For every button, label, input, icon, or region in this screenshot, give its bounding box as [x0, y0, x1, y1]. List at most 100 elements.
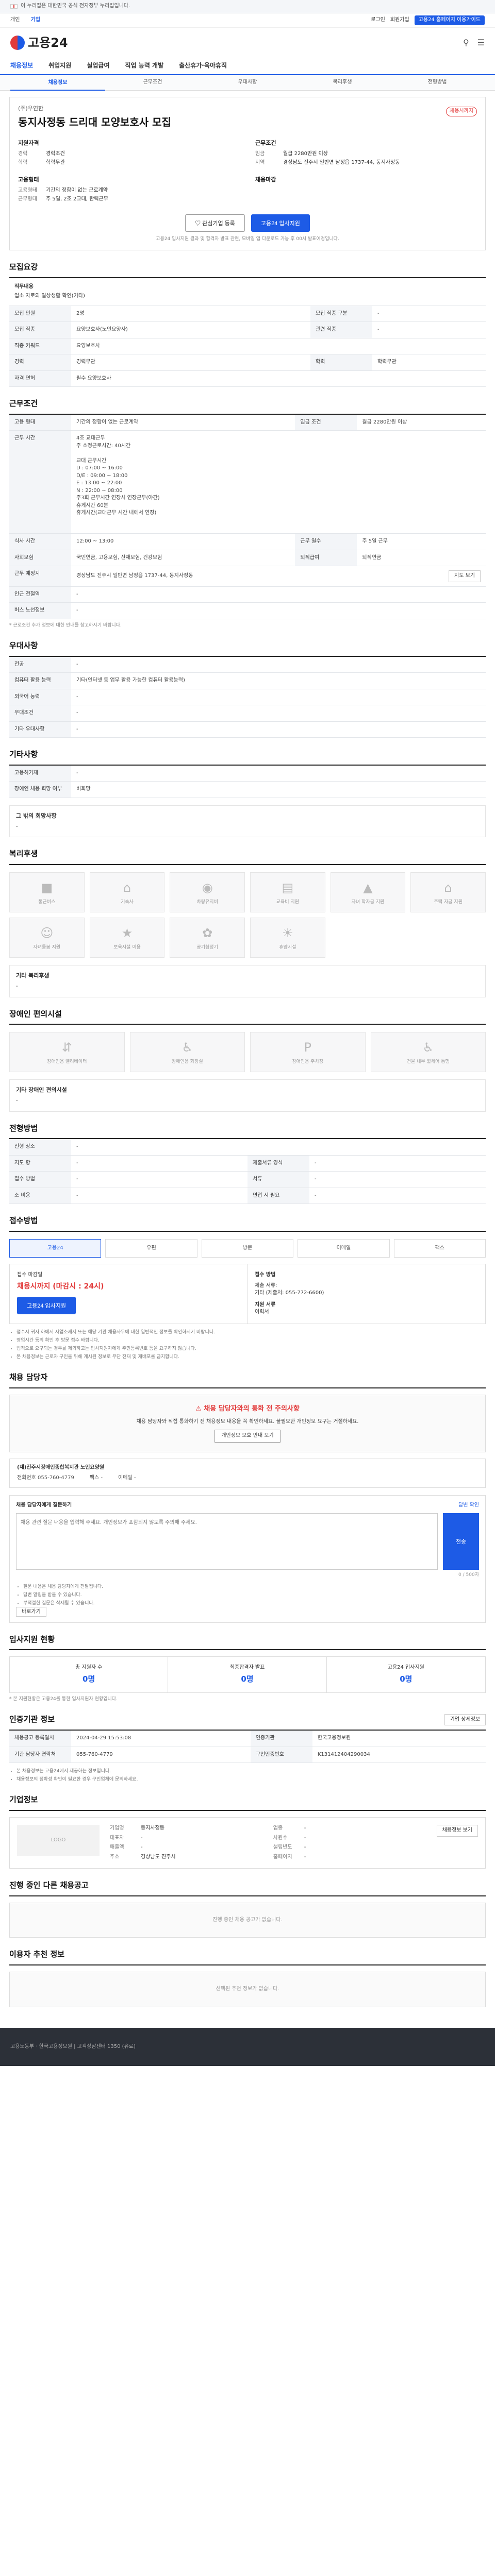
table-row: 직종 키워드 요양보호사: [9, 338, 486, 355]
cell-value: 한국고용정보원: [312, 1731, 486, 1747]
summary-value: 주 5일, 2조 2교대, 탄력근무: [46, 196, 108, 202]
qa-check-link[interactable]: 답변 확인: [458, 1502, 479, 1510]
tab-personal[interactable]: 개인: [10, 17, 20, 23]
cell-value: -: [71, 721, 486, 738]
login-link[interactable]: 로그인: [371, 16, 385, 24]
toilet-icon: ♿: [182, 1040, 193, 1055]
gnb-item-jobs[interactable]: 채용정보: [10, 61, 33, 70]
cell-value: 기타(인터넷 등 업무 활용 가능한 컴퓨터 활용능력): [71, 672, 486, 689]
question-input[interactable]: [16, 1513, 438, 1570]
table-row: 경력 경력무관 학력 학력무관: [9, 354, 486, 371]
apply-button[interactable]: 고용24 입사지원: [251, 214, 310, 232]
warning-title: 채용 담당자와의 통화 전 주의사항: [204, 1404, 300, 1413]
cell-value: -: [71, 1155, 248, 1172]
gnb-item-benefit[interactable]: 실업급여: [87, 61, 109, 70]
info-section: 인증기관 정보 기업 상세정보 채용공고 등록일시 2024-04-29 15:53…: [9, 1714, 486, 1784]
stat-item: 총 지원자 수 0명: [10, 1657, 169, 1692]
method-fax[interactable]: 팩스: [393, 1239, 486, 1258]
status-note: * 본 지원현황은 고용24를 통한 입사지원자 현황입니다.: [9, 1696, 118, 1702]
snb-recruit[interactable]: 채용정보: [10, 75, 105, 91]
section-title: 기업정보: [9, 1794, 486, 1811]
facility-item: ♿ 건물 내부 휠체어 통행: [370, 1032, 486, 1073]
cell-key: 모집 직종: [9, 321, 71, 338]
guide-badge[interactable]: 고용24 홈페이지 이용가이드: [414, 15, 485, 25]
apply-section: 접수방법 고용24 우편 방문 이메일 팩스 접수 마감일 채용시까지 (마감시…: [9, 1215, 486, 1360]
cell-value: -: [309, 1155, 486, 1172]
gnb-item-leave[interactable]: 출산휴가·육아휴직: [179, 61, 227, 70]
info-value: -: [304, 1844, 306, 1851]
list-item: 답변 알림을 받을 수 있습니다.: [23, 1592, 479, 1599]
table-row: 근무 예정지 경상남도 진주시 일반면 남정읍 1737-44, 동지사정동 지도 …: [9, 566, 486, 587]
stat-item: 최종합격자 발표 0명: [168, 1657, 327, 1692]
info-key: 주소: [110, 1854, 120, 1860]
stat-label: 최종합격자 발표: [229, 1665, 265, 1671]
manager-org: (재)진주시장애인종합복지관 노인요양원: [17, 1464, 105, 1470]
snb-work[interactable]: 근무조건: [105, 79, 200, 87]
header: 고용24 ⚲ ☰: [0, 28, 495, 58]
scrap-button[interactable]: ♡ 관심기업 등록: [185, 214, 245, 232]
process-table: 전형 장소 - 지도 항 - 제출서류 양식 - 접수 방법 - 서류 - 소 비용 - 면접 시…: [9, 1139, 486, 1205]
summary-value: 월급 2280만원 이상: [283, 150, 328, 157]
brand-name: 고용24: [28, 35, 68, 50]
work-table: 고용 형태 기간의 정함이 없는 근로계약 임금 조건 월급 2280만원 이상 근무…: [9, 414, 486, 619]
menu-icon[interactable]: ☰: [477, 37, 485, 48]
cell-key: 소 비용: [9, 1188, 71, 1205]
process-section: 전형방법 전형 장소 - 지도 항 - 제출서류 양식 - 접수 방법 - 서류 - 소 비용…: [9, 1123, 486, 1205]
method-online[interactable]: 고용24: [9, 1239, 102, 1258]
table-row: 채용공고 등록일시 2024-04-29 15:53:08 인증기관 한국고용정보원: [9, 1731, 486, 1747]
send-button[interactable]: 전송: [443, 1513, 479, 1570]
apply-button-2[interactable]: 고용24 입사지원: [17, 1297, 76, 1315]
privacy-guide-button[interactable]: 개인정보 보호 안내 보기: [214, 1430, 280, 1443]
company-jobs-button[interactable]: 채용정보 보기: [436, 1825, 478, 1837]
info-value: -: [304, 1835, 306, 1841]
welfare-label: 교육비 지원: [276, 899, 299, 905]
method-line: 제출 서류:: [255, 1282, 277, 1289]
info-key: 사원수: [273, 1835, 288, 1841]
qa-shortcut-button[interactable]: 바로가기: [16, 1607, 46, 1617]
facility-item: ♿ 장애인용 화장실: [129, 1032, 245, 1073]
info-value: 동지사정동: [141, 1825, 164, 1832]
welfare-item: ▲ 자녀 학자금 지원: [330, 872, 406, 913]
site-logo[interactable]: 고용24: [10, 34, 68, 52]
cell-value: K131412404290034: [312, 1747, 486, 1764]
method-email[interactable]: 이메일: [298, 1239, 390, 1258]
gnb-item-support[interactable]: 취업지원: [48, 61, 71, 70]
section-title: 모집요강: [9, 262, 486, 278]
search-icon[interactable]: ⚲: [463, 37, 469, 48]
signup-link[interactable]: 회원가입: [390, 16, 409, 24]
stat-value: 0명: [82, 1674, 95, 1684]
method-mail[interactable]: 우편: [105, 1239, 197, 1258]
user-type-tabs: 개인 기업: [10, 16, 50, 24]
snb-pref[interactable]: 우대사항: [200, 79, 295, 87]
air-icon: ✿: [202, 926, 213, 941]
snb-process[interactable]: 전형방법: [390, 79, 485, 87]
footer-text: 고용노동부 · 한국고용정보원 | 고객상담센터 1350 (유료): [10, 2043, 136, 2049]
cell-value: 비희망: [71, 781, 486, 798]
cell-key: 기타 우대사항: [9, 721, 71, 738]
snb-welfare[interactable]: 복리후생: [295, 79, 390, 87]
elevator-icon: ⇵: [61, 1040, 72, 1055]
cell-value: -: [71, 1139, 486, 1156]
cell-key: 기관 담당자 연락처: [9, 1747, 71, 1764]
facility-section: 장애인 편의시설 ⇵ 장애인용 엘리베이터 ♿ 장애인용 화장실 P 장애인용 주차장…: [9, 1009, 486, 1112]
method-visit[interactable]: 방문: [201, 1239, 294, 1258]
tab-company[interactable]: 기업: [31, 17, 40, 23]
table-row: 기관 담당자 연락처 055-760-4779 구인인증번호 K13141240429…: [9, 1747, 486, 1764]
table-row: 장애인 채용 희망 여부 비희망: [9, 781, 486, 798]
section-title: 입사지원 현황: [9, 1634, 486, 1651]
info-value: -: [141, 1835, 143, 1841]
cell-key: 관련 직종: [310, 321, 372, 338]
section-title: 진행 중인 다른 채용공고: [9, 1880, 486, 1896]
cell-key: 근무 일수: [295, 533, 357, 550]
duty-text: 업소 자로의 일상생활 확인(기타): [14, 293, 85, 299]
global-nav: 채용정보 취업지원 실업급여 직업 능력 개발 출산휴가·육아휴직: [0, 58, 495, 75]
map-button[interactable]: 지도 보기: [449, 570, 481, 582]
cell-key: 외국어 능력: [9, 689, 71, 706]
welfare-extra-box: 기타 복리후생 -: [9, 965, 486, 997]
cell-value: 2명: [71, 306, 310, 323]
company-detail-button[interactable]: 기업 상세정보: [444, 1714, 486, 1726]
cell-value: -: [71, 1171, 248, 1188]
table-row: 인근 전철역 -: [9, 586, 486, 603]
gnb-item-training[interactable]: 직업 능력 개발: [125, 61, 164, 70]
deadline-tag: 채용시까지: [446, 107, 477, 116]
